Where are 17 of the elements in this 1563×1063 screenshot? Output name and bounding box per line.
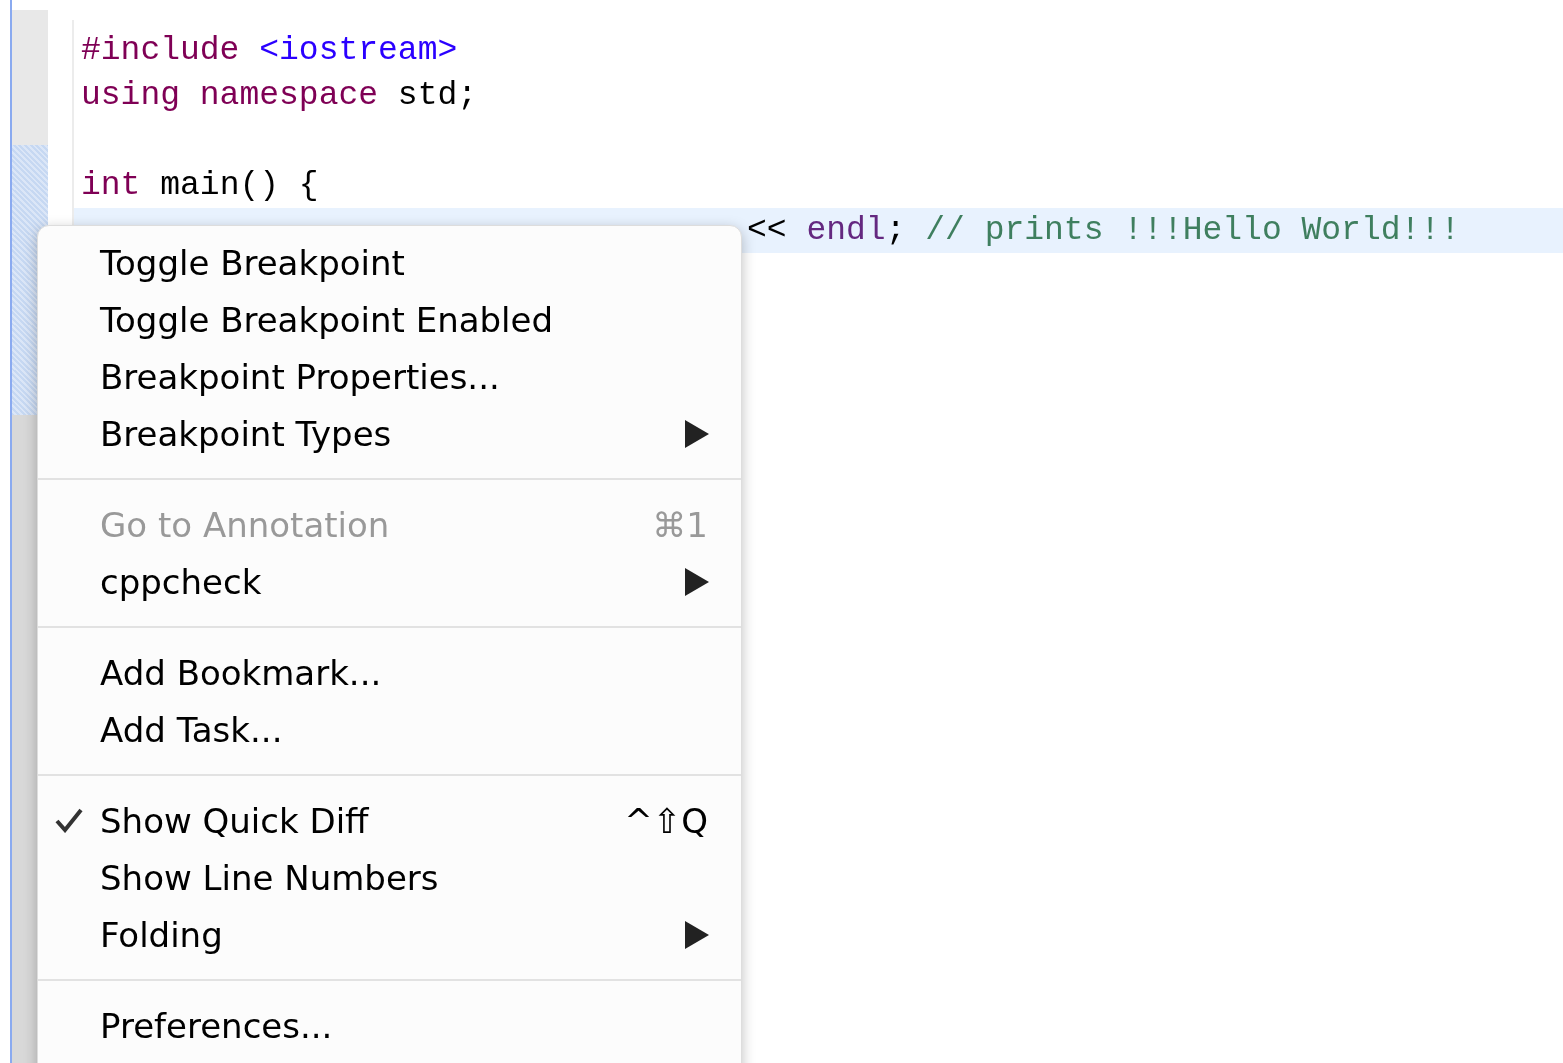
code-line: int main() {	[81, 167, 319, 204]
menu-item[interactable]: Toggle Breakpoint	[38, 234, 741, 291]
code-line: using namespace std;	[81, 77, 478, 114]
menu-item[interactable]: Show Line Numbers	[38, 849, 741, 906]
menu-item[interactable]: Add Bookmark...	[38, 644, 741, 701]
menu-item[interactable]: Toggle Breakpoint Enabled	[38, 291, 741, 348]
menu-item[interactable]: Add Task...	[38, 701, 741, 758]
menu-item[interactable]: Breakpoint Properties...	[38, 348, 741, 405]
menu-item[interactable]: Folding	[38, 906, 741, 963]
shortcut-label: ^⇧Q	[624, 800, 708, 841]
menu-item[interactable]: cppcheck	[38, 553, 741, 610]
menu-item[interactable]: Breakpoint Types	[38, 405, 741, 462]
code-line: #include <iostream>	[81, 32, 458, 69]
shortcut-label: ⌘1	[652, 504, 708, 545]
code-text: << endl; // prints !!!Hello World!!!	[747, 212, 1460, 249]
menu-item[interactable]: Preferences...	[38, 997, 741, 1054]
menu-item[interactable]: Show Quick Diff ^⇧Q	[38, 792, 741, 849]
